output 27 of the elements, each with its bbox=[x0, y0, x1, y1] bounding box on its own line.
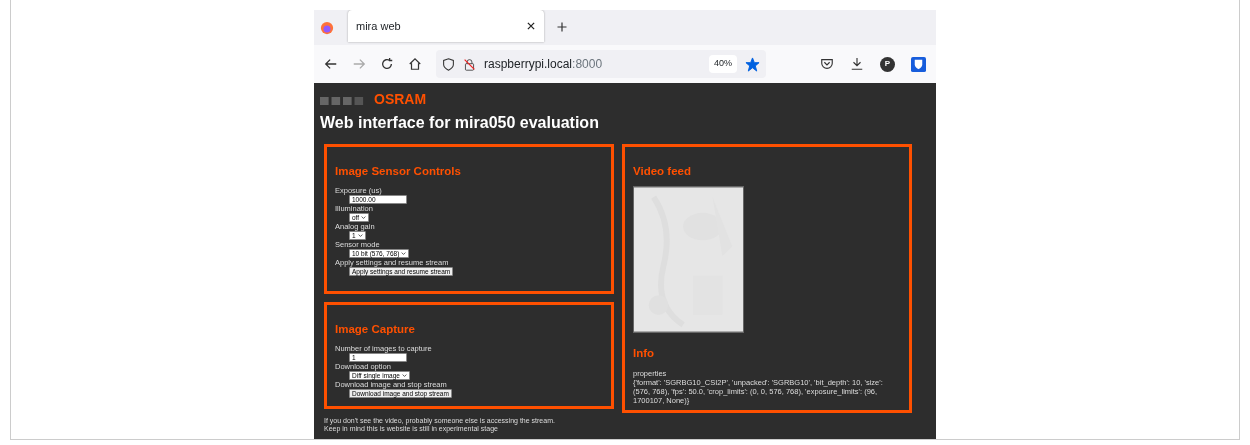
profile-avatar[interactable]: P bbox=[880, 56, 895, 72]
address-bar[interactable]: raspberrypi.local:8000 40% bbox=[436, 50, 766, 78]
page-title: Web interface for mira050 evaluation bbox=[320, 114, 600, 132]
section-heading: Image Sensor Controls bbox=[335, 164, 462, 179]
shield-extension-icon[interactable] bbox=[911, 56, 926, 72]
caret-icon bbox=[357, 233, 363, 239]
browser-tab[interactable]: mira web bbox=[348, 10, 544, 42]
close-icon[interactable] bbox=[526, 21, 536, 31]
insecure-lock-icon[interactable] bbox=[463, 57, 476, 71]
section-heading: Image Capture bbox=[335, 322, 416, 337]
browser-logo-icon[interactable] bbox=[320, 21, 334, 35]
section-heading: Video feed bbox=[633, 164, 692, 179]
zoom-level-button[interactable]: 40% bbox=[709, 55, 737, 73]
caret-icon bbox=[361, 215, 367, 221]
section-heading: Info bbox=[633, 346, 656, 362]
shield-icon[interactable] bbox=[442, 57, 455, 71]
reload-icon[interactable] bbox=[380, 57, 394, 71]
caret-icon bbox=[401, 373, 407, 379]
caret-icon bbox=[401, 251, 407, 257]
bookmark-star-icon[interactable] bbox=[745, 56, 760, 72]
pocket-icon[interactable] bbox=[820, 57, 834, 71]
download-icon[interactable] bbox=[850, 57, 864, 71]
url-text: raspberrypi.local:8000 bbox=[484, 56, 603, 73]
logo-text: OSRAM bbox=[374, 90, 427, 109]
back-icon[interactable] bbox=[324, 57, 338, 71]
home-icon[interactable] bbox=[408, 57, 422, 71]
new-tab-icon[interactable] bbox=[556, 21, 568, 33]
